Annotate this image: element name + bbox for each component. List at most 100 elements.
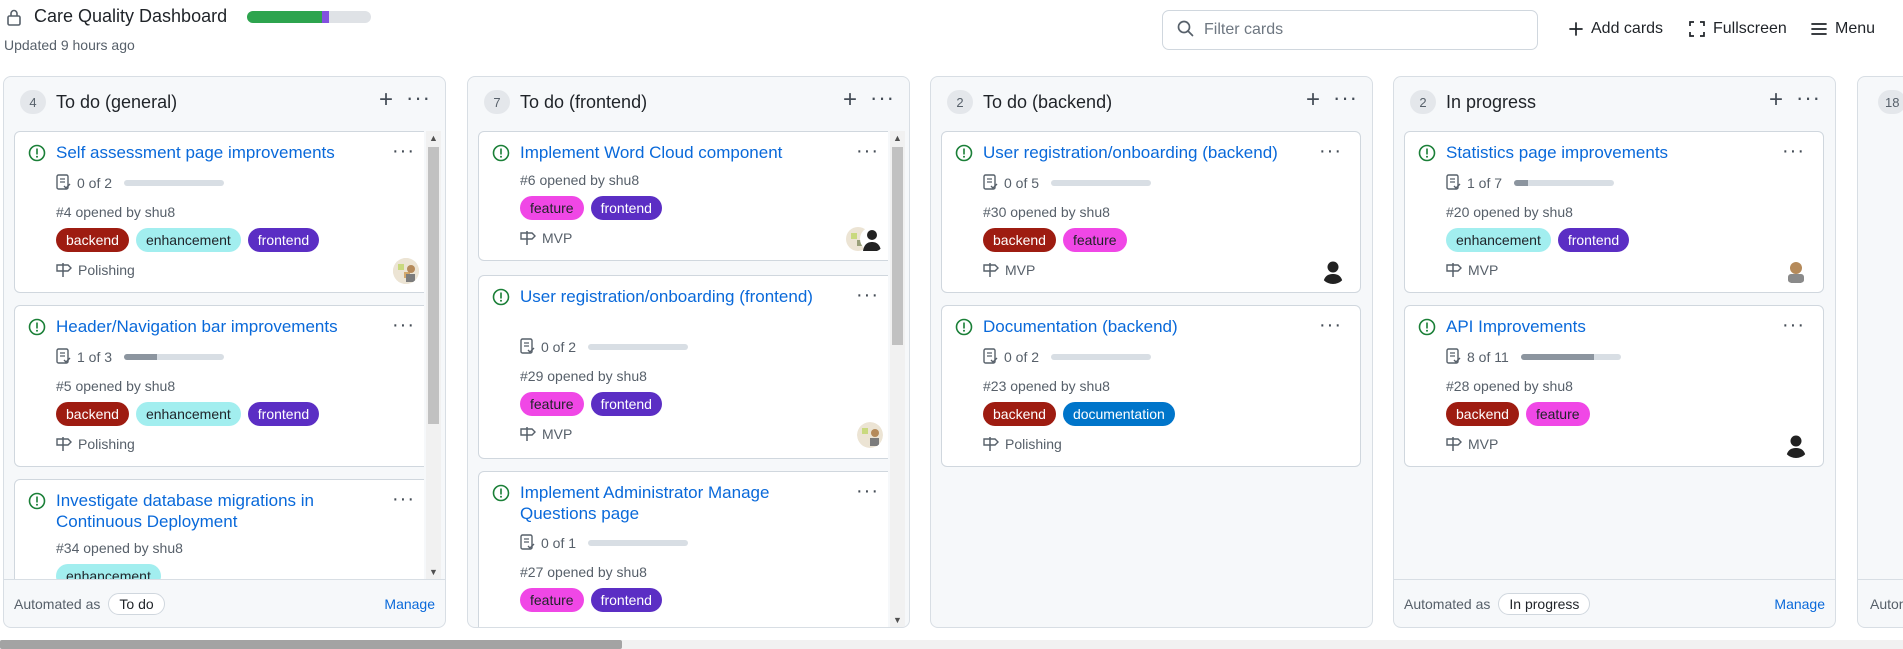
assignee-avatar[interactable] [1783,432,1809,458]
milestone[interactable]: Polishing [56,436,135,452]
task-progress: 8 of 11 [1446,348,1621,365]
add-card-plus-icon[interactable]: + [379,88,393,112]
card-more-icon[interactable]: ··· [1782,140,1805,163]
label-enhancement[interactable]: enhancement [56,564,161,579]
issue-card[interactable]: Header/Navigation bar improvements ··· 1… [14,305,424,467]
scroll-down-arrow-icon[interactable]: ▼ [429,567,438,577]
scroll-up-arrow-icon[interactable]: ▲ [893,133,902,143]
milestone[interactable]: MVP [520,426,572,442]
issue-card[interactable]: User registration/onboarding (backend) ·… [941,131,1361,293]
column-more-icon[interactable]: ··· [870,87,895,109]
label-frontend[interactable]: frontend [247,228,320,252]
card-labels: feature frontend [520,392,662,416]
label-feature[interactable]: feature [520,588,584,612]
column-scrollbar[interactable]: ▲ ▼ [426,131,441,579]
card-title[interactable]: Implement Administrator Manage Questions… [520,482,840,524]
issue-card[interactable]: Implement Word Cloud component ··· #6 op… [478,131,888,261]
horizontal-scroll-thumb[interactable] [0,640,622,649]
card-more-icon[interactable]: ··· [392,140,415,163]
issue-card[interactable]: Self assessment page improvements ··· 0 … [14,131,424,293]
column-more-icon[interactable]: ··· [1796,87,1821,109]
card-title[interactable]: User registration/onboarding (frontend) [520,286,840,307]
issue-card[interactable]: Documentation (backend) ··· 0 of 2 #23 o… [941,305,1361,467]
label-feature[interactable]: feature [1525,402,1590,426]
card-title[interactable]: Implement Word Cloud component [520,142,840,163]
scroll-thumb[interactable] [892,147,903,345]
label-feature[interactable]: feature [520,392,584,416]
milestone[interactable]: MVP [1446,436,1498,452]
issue-card[interactable]: User registration/onboarding (frontend) … [478,275,888,459]
column-header: 2 In progress + ··· [1394,77,1835,127]
milestone[interactable]: Polishing [56,262,135,278]
column-more-icon[interactable]: ··· [1333,87,1358,109]
label-backend[interactable]: backend [56,228,129,252]
column-footer: Autom [1858,579,1903,627]
card-title[interactable]: User registration/onboarding (backend) [983,142,1303,163]
card-more-icon[interactable]: ··· [856,140,879,163]
card-title[interactable]: Self assessment page improvements [56,142,376,163]
filter-box[interactable] [1162,10,1538,50]
assignee-avatar[interactable] [1783,258,1809,284]
task-count: 1 of 7 [1467,174,1503,191]
filter-input[interactable] [1204,21,1524,39]
card-more-icon[interactable]: ··· [1319,314,1342,337]
label-backend[interactable]: backend [56,402,129,426]
issue-card[interactable]: Statistics page improvements ··· 1 of 7 … [1404,131,1824,293]
label-frontend[interactable]: frontend [590,196,662,220]
checklist-icon [983,174,998,191]
card-title[interactable]: Header/Navigation bar improvements [56,316,376,337]
add-cards-button[interactable]: Add cards [1569,20,1663,38]
card-more-icon[interactable]: ··· [392,314,415,337]
column-more-icon[interactable]: ··· [406,87,431,109]
assignee-avatar[interactable] [1320,258,1346,284]
card-more-icon[interactable]: ··· [1319,140,1342,163]
scroll-thumb[interactable] [428,147,439,424]
label-backend[interactable]: backend [1446,402,1519,426]
label-frontend[interactable]: frontend [247,402,320,426]
label-feature[interactable]: feature [520,196,584,220]
automation-pill: In progress [1498,592,1591,615]
label-documentation[interactable]: documentation [1062,402,1175,426]
label-frontend[interactable]: frontend [590,392,662,416]
add-card-plus-icon[interactable]: + [1769,88,1783,112]
menu-button[interactable]: Menu [1811,20,1875,38]
column-scrollbar[interactable]: ▲ ▼ [890,131,905,627]
card-more-icon[interactable]: ··· [856,284,879,307]
label-backend[interactable]: backend [983,402,1056,426]
card-title[interactable]: API Improvements [1446,316,1766,337]
scroll-down-arrow-icon[interactable]: ▼ [893,615,902,625]
fullscreen-button[interactable]: Fullscreen [1689,20,1787,38]
label-frontend[interactable]: frontend [590,588,662,612]
milestone[interactable]: MVP [520,230,572,246]
horizontal-scrollbar[interactable] [0,640,1903,649]
board-header: Care Quality Dashboard Updated 9 hours a… [0,0,1903,72]
label-backend[interactable]: backend [983,228,1056,252]
issue-card[interactable]: Investigate database migrations in Conti… [14,479,424,579]
issue-card[interactable]: Implement Administrator Manage Questions… [478,471,888,627]
card-more-icon[interactable]: ··· [1782,314,1805,337]
manage-link[interactable]: Manage [384,596,435,612]
milestone[interactable]: MVP [1446,262,1498,278]
card-title[interactable]: Investigate database migrations in Conti… [56,490,376,532]
label-enhancement[interactable]: enhancement [1446,228,1551,252]
add-card-plus-icon[interactable]: + [843,88,857,112]
card-title[interactable]: Statistics page improvements [1446,142,1766,163]
card-title[interactable]: Documentation (backend) [983,316,1303,337]
milestone[interactable]: Polishing [983,436,1062,452]
card-labels: feature frontend [520,196,662,220]
issue-card[interactable]: API Improvements ··· 8 of 11 #28 opened … [1404,305,1824,467]
milestone-icon [983,262,999,278]
add-card-plus-icon[interactable]: + [1306,88,1320,112]
assignee-avatar[interactable] [393,258,419,284]
assignee-avatars[interactable] [845,226,885,252]
label-frontend[interactable]: frontend [1557,228,1630,252]
label-enhancement[interactable]: enhancement [135,228,241,252]
label-feature[interactable]: feature [1062,228,1127,252]
manage-link[interactable]: Manage [1774,596,1825,612]
milestone[interactable]: MVP [983,262,1035,278]
card-more-icon[interactable]: ··· [392,488,415,511]
assignee-avatar[interactable] [857,422,883,448]
label-enhancement[interactable]: enhancement [135,402,241,426]
scroll-up-arrow-icon[interactable]: ▲ [429,133,438,143]
card-more-icon[interactable]: ··· [856,480,879,503]
